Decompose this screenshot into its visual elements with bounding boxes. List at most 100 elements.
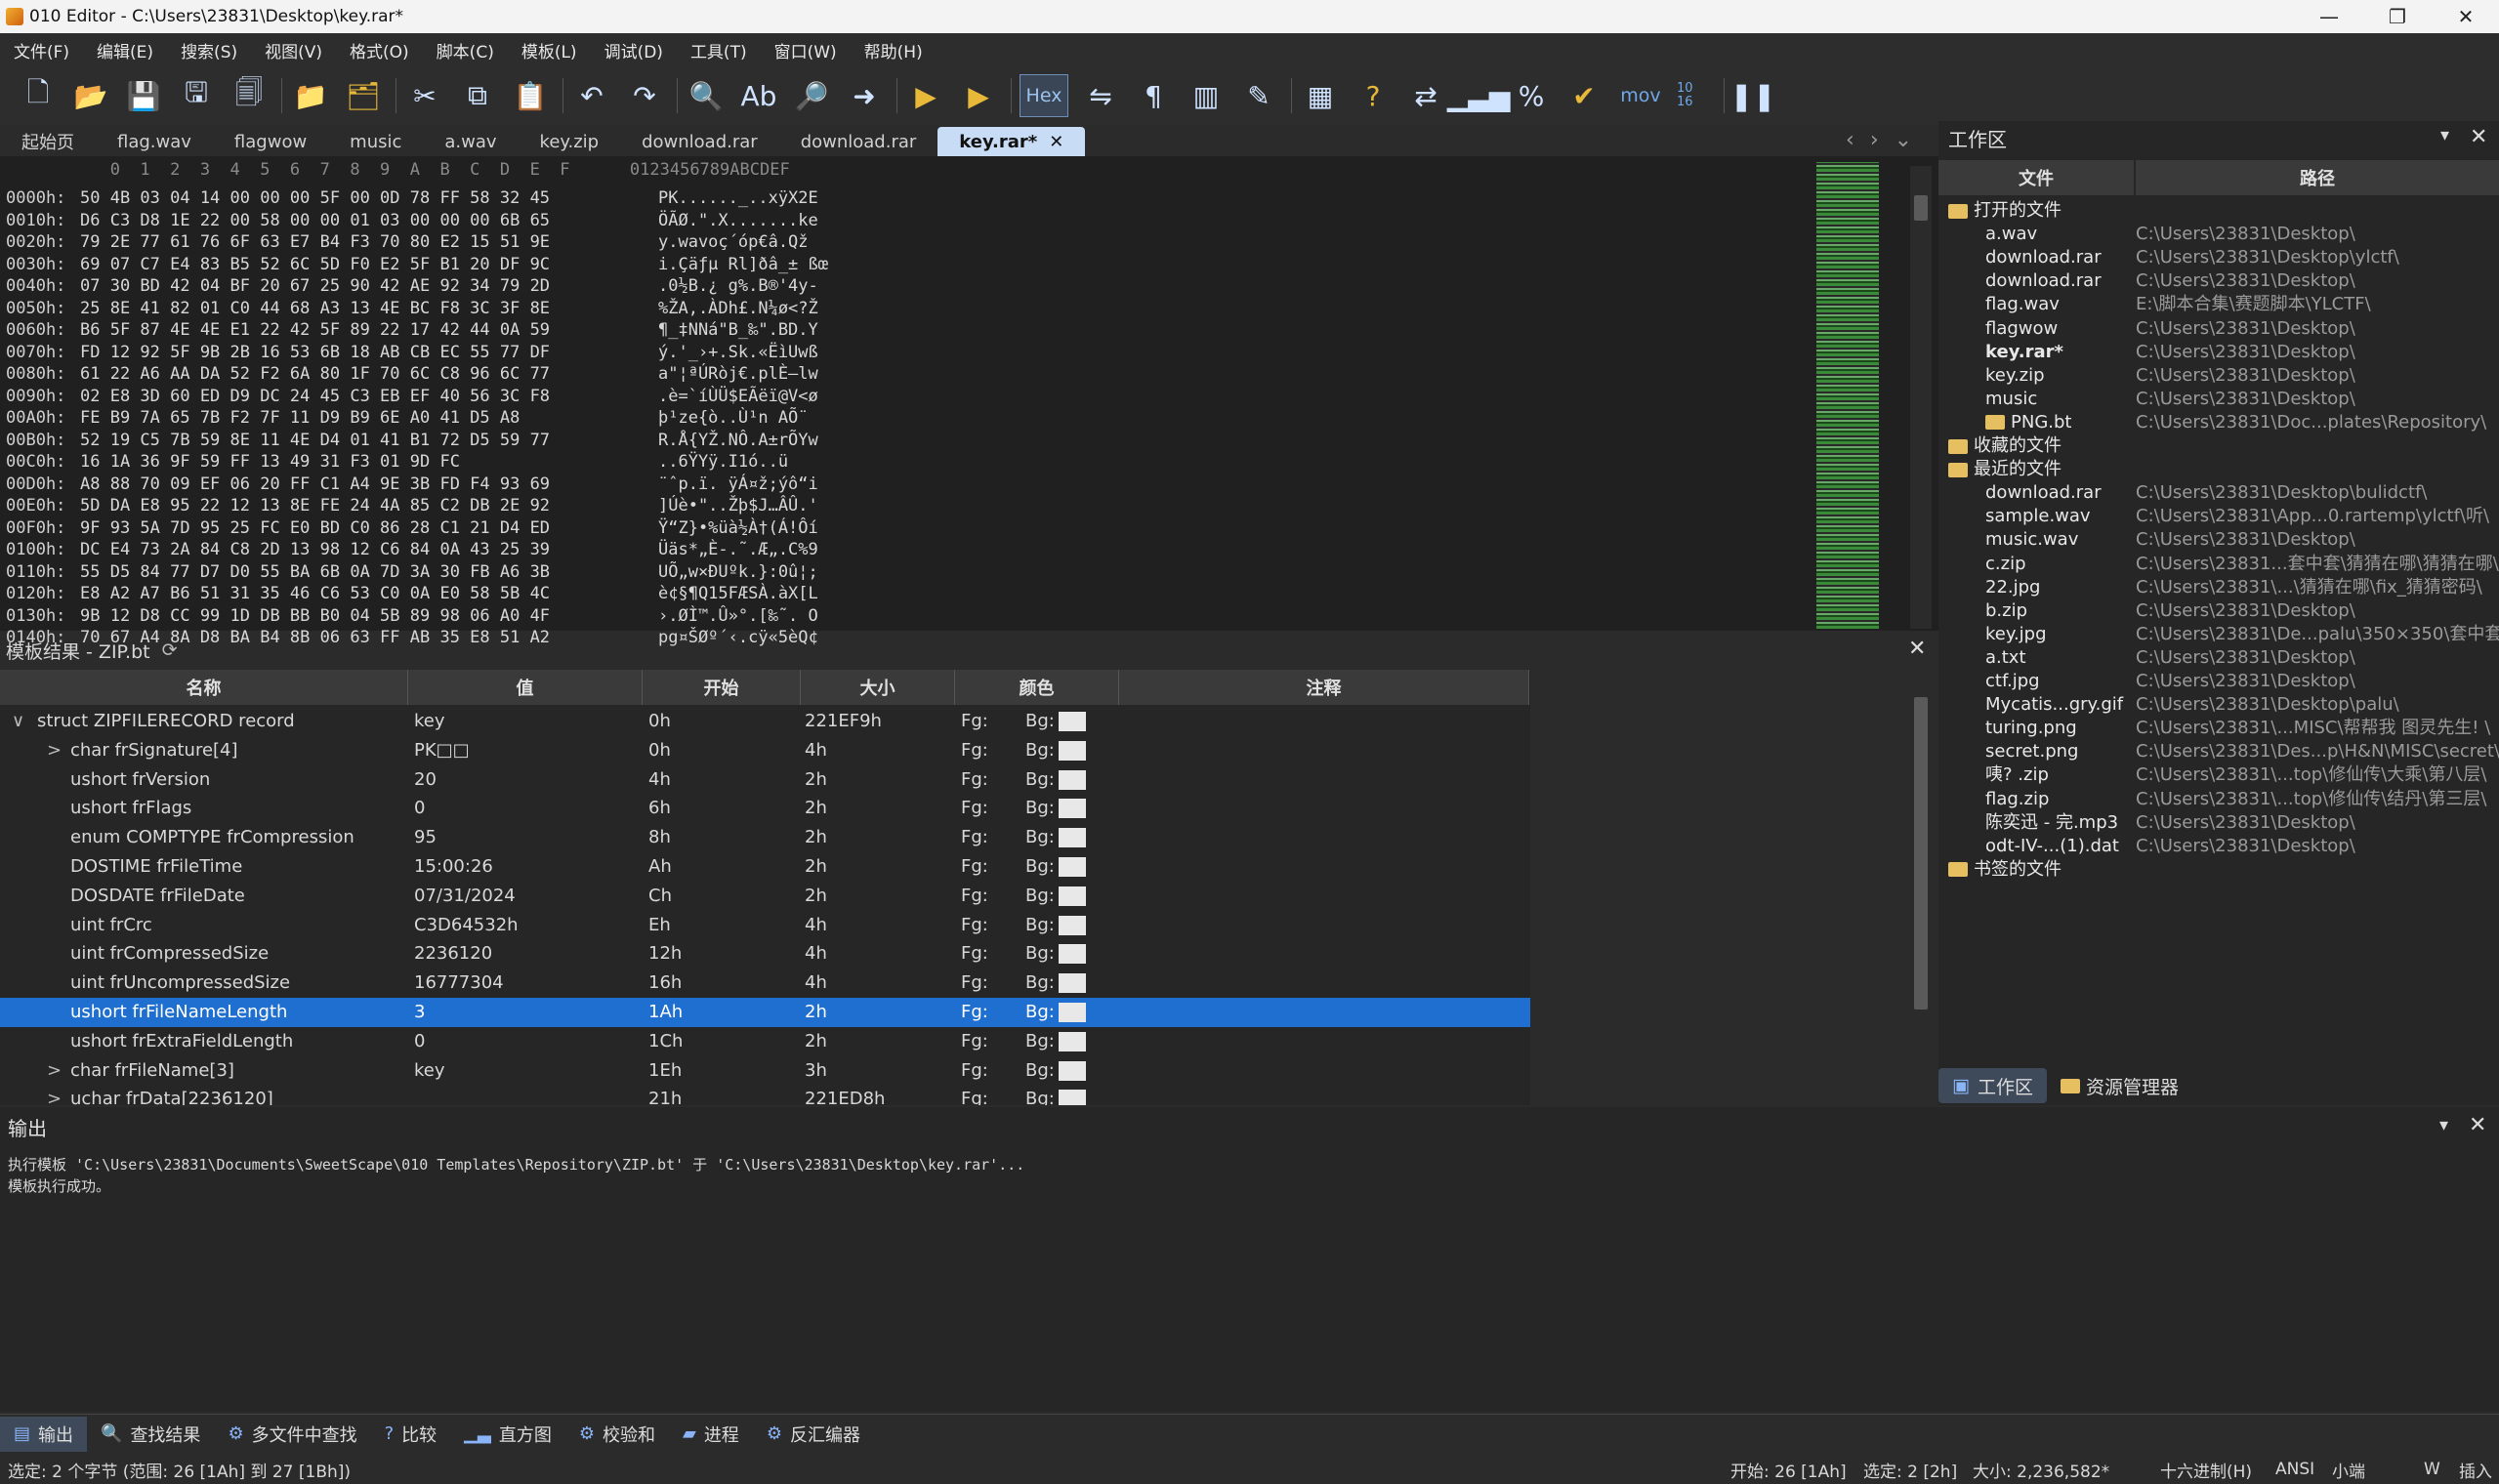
save-as-icon[interactable]: 🖫 (176, 75, 217, 116)
status-encoding[interactable]: ANSI (2275, 1460, 2314, 1479)
template-row[interactable]: uint frUncompressedSize 16777304 16h 4h Fg: B… (0, 969, 1530, 998)
workspace-row[interactable]: flag.zip C:\Users\23831\...top\修仙传\结丹\第三层… (1938, 788, 2499, 811)
hex-row[interactable]: 0110h: 55 D5 84 77 D7 D0 55 BA 6B 0A 7D 3… (0, 561, 1797, 583)
menu-item[interactable]: 搜索(S) (167, 38, 251, 62)
hex-row[interactable]: 0100h: DC E4 73 2A 84 C8 2D 13 98 12 C6 8… (0, 539, 1797, 560)
color-swatch[interactable] (1058, 973, 1086, 994)
workspace-row[interactable]: download.rar C:\Users\23831\Desktop\ylctf… (1938, 246, 2499, 269)
template-row[interactable]: uint frCrc C3D64532h Eh 4h Fg: Bg: (0, 911, 1530, 940)
workspace-row[interactable]: flag.wav E:\脚本合集\赛题脚本\YLCTF\ (1938, 293, 2499, 316)
template-row[interactable]: > char frFileName[3] key 1Eh 3h Fg: Bg: (0, 1056, 1530, 1086)
output-close-button[interactable]: ✕ (2469, 1113, 2486, 1137)
tab-next-icon[interactable]: › (1870, 128, 1879, 152)
workspace-row[interactable]: a.wav C:\Users\23831\Desktop\ (1938, 223, 2499, 246)
hex-bytes[interactable]: 9B 12 D8 CC 99 1D DB BB B0 04 5B 89 98 0… (80, 605, 550, 627)
hex-bytes[interactable]: D6 C3 D8 1E 22 00 58 00 00 01 03 00 00 0… (80, 210, 550, 231)
bottom-tab[interactable]: ⚙ 多文件中查找 (214, 1417, 370, 1452)
hex-bytes[interactable]: 5D DA E8 95 22 12 13 8E FE 24 4A 85 C2 D… (80, 495, 550, 516)
workspace-row[interactable]: 22.jpg C:\Users\23831\...\猜猜在哪\fix_猜猜密码\ (1938, 576, 2499, 599)
hex-bytes[interactable]: 52 19 C5 7B 59 8E 11 4E D4 01 41 B1 72 D… (80, 430, 550, 451)
color-swatch[interactable] (1058, 915, 1086, 935)
tab-file[interactable]: download.rar (779, 127, 938, 156)
menu-item[interactable]: 帮助(H) (851, 38, 937, 62)
hex-bytes[interactable]: 50 4B 03 04 14 00 00 00 5F 00 0D 78 FF 5… (80, 187, 550, 209)
hex-ascii[interactable]: .è=`íÙÜ$EÃëï@V<ø (658, 386, 818, 407)
workspace-row[interactable]: key.rar* C:\Users\23831\Desktop\ (1938, 341, 2499, 364)
expand-icon[interactable]: > (47, 1056, 62, 1086)
hex-bytes[interactable]: FD 12 92 5F 9B 2B 16 53 6B 18 AB CB EC 5… (80, 342, 550, 363)
menu-item[interactable]: 文件(F) (0, 38, 83, 62)
base-convert-icon[interactable]: 10 16 (1677, 75, 1712, 116)
workspace-row[interactable]: sample.wav C:\Users\23831\App...0.rartemp… (1938, 505, 2499, 528)
status-insert[interactable]: 插入 (2459, 1458, 2492, 1482)
hex-bytes[interactable]: 9F 93 5A 7D 95 25 FC E0 BD C0 86 28 C1 2… (80, 517, 550, 539)
hex-ascii[interactable]: R.Å{YŽ.NÔ.A±rÕYw (658, 430, 818, 451)
highlight-icon[interactable]: ✎ (1238, 75, 1279, 116)
color-swatch[interactable] (1058, 944, 1086, 965)
col-value-header[interactable]: 值 (408, 670, 643, 705)
workspace-row[interactable]: b.zip C:\Users\23831\Desktop\ (1938, 599, 2499, 623)
hex-scrollbar[interactable] (1910, 166, 1932, 629)
redo-icon[interactable]: ↷ (624, 75, 665, 116)
menu-item[interactable]: 模板(L) (508, 38, 591, 62)
template-row[interactable]: uint frCompressedSize 2236120 12h 4h Fg: Bg: (0, 939, 1530, 969)
color-swatch[interactable] (1058, 799, 1086, 819)
refresh-icon[interactable]: ⟳ (162, 639, 178, 661)
color-swatch[interactable] (1058, 828, 1086, 848)
save-all-icon[interactable]: 🗐 (229, 75, 270, 116)
hex-bytes[interactable]: B6 5F 87 4E 4E E1 22 42 5F 89 22 17 42 4… (80, 319, 550, 341)
template-scrollbar-thumb[interactable] (1914, 697, 1928, 1010)
hex-row[interactable]: 00B0h: 52 19 C5 7B 59 8E 11 4E D4 01 41 B… (0, 430, 1797, 451)
hex-toggle-button[interactable]: Hex (1020, 74, 1068, 117)
hex-row[interactable]: 0000h: 50 4B 03 04 14 00 00 00 5F 00 0D 7… (0, 187, 1797, 209)
color-swatch[interactable] (1058, 1031, 1086, 1051)
workspace-row[interactable]: Mycatis...gry.gif C:\Users\23831\Desktop\… (1938, 693, 2499, 717)
workspace-row[interactable]: flagwow C:\Users\23831\Desktop\ (1938, 317, 2499, 341)
template-row[interactable]: ∨ struct ZIPFILERECORD record key 0h 221EF9h… (0, 707, 1530, 736)
workspace-row[interactable]: ctf.jpg C:\Users\23831\Desktop\ (1938, 670, 2499, 693)
col-name-header[interactable]: 名称 (0, 670, 408, 705)
new-file-icon[interactable]: 🗋 (18, 75, 59, 116)
color-swatch[interactable] (1058, 769, 1086, 790)
pause-icon[interactable]: ❚❚ (1730, 75, 1776, 116)
hex-bytes[interactable]: 25 8E 41 82 01 C0 44 68 A3 13 4E BC F8 3… (80, 298, 550, 319)
hex-ascii[interactable]: %ŽA‚.ÀDh£.N¼ø<?Ž (658, 298, 818, 319)
template-row[interactable]: DOSDATE frFileDate 07/31/2024 Ch 2h Fg: Bg: (0, 882, 1530, 911)
hex-ascii[interactable]: Üäs*„È-.˜.Æ„.C%9 (658, 539, 818, 560)
hex-bytes[interactable]: 55 D5 84 77 D7 D0 55 BA 6B 0A 7D 3A 30 F… (80, 561, 550, 583)
template-row[interactable]: ushort frExtraFieldLength 0 1Ch 2h Fg: Bg: (0, 1027, 1530, 1056)
menu-item[interactable]: 编辑(E) (83, 38, 167, 62)
swap-icon[interactable]: ⇄ (1405, 75, 1446, 116)
pilcrow-icon[interactable]: ¶ (1133, 75, 1174, 116)
tab-file[interactable]: music (328, 127, 423, 156)
compare-icon[interactable]: ⇋ (1080, 75, 1121, 116)
hex-bytes[interactable]: FE B9 7A 65 7B F2 7F 11 D9 B9 6E A0 41 D… (80, 407, 520, 429)
template-row[interactable]: ushort frFlags 0 6h 2h Fg: Bg: (0, 794, 1530, 823)
tab-close-icon[interactable]: ✕ (1049, 132, 1063, 152)
ws-col-file-header[interactable]: 文件 (1938, 160, 2134, 195)
close-window-button[interactable]: ✕ (2432, 0, 2499, 33)
ws-col-path-header[interactable]: 路径 (2136, 160, 2499, 195)
hex-bytes[interactable]: 79 2E 77 61 76 6F 63 E7 B4 F3 70 80 E2 1… (80, 231, 550, 253)
bottom-tab[interactable]: ⚙ 校验和 (565, 1417, 669, 1452)
color-swatch[interactable] (1058, 1090, 1086, 1105)
workspace-row[interactable]: 咦? .zip C:\Users\23831\...top\修仙传\大乘\第八层\ (1938, 763, 2499, 787)
tab-file[interactable]: key.zip (519, 127, 621, 156)
hex-ascii[interactable]: ]Úè•"..Žþ$J…ÂÛ.' (658, 495, 818, 516)
workspace-row[interactable]: music C:\Users\23831\Desktop\ (1938, 388, 2499, 411)
hex-ascii[interactable]: è¢§¶Q15FÆSÀ.àX[L (658, 583, 818, 604)
hex-ascii[interactable]: þ¹ze{ò..Ù¹n AÕ¨ (658, 407, 809, 429)
maximize-button[interactable]: ❐ (2363, 0, 2432, 33)
find-icon[interactable]: 🔍 (686, 75, 727, 116)
hex-row[interactable]: 0040h: 07 30 BD 42 04 BF 20 67 25 90 42 A… (0, 275, 1797, 297)
hex-editor[interactable]: 0 1 2 3 4 5 6 7 8 9 A B C D E F 01234567… (0, 156, 1938, 647)
minimize-button[interactable]: — (2295, 0, 2363, 33)
goto-icon[interactable]: ➜ (844, 75, 885, 116)
workspace-row[interactable]: 最近的文件 (1938, 458, 2499, 481)
workspace-row[interactable]: music.wav C:\Users\23831\Desktop\ (1938, 528, 2499, 552)
template-row[interactable]: > char frSignature[4] PK□□ 0h 4h Fg: Bg: (0, 736, 1530, 765)
mov-icon[interactable]: mov (1616, 75, 1665, 116)
hex-bytes[interactable]: 07 30 BD 42 04 BF 20 67 25 90 42 AE 92 3… (80, 275, 550, 297)
workspace-pin-icon[interactable]: ▾ (2440, 125, 2449, 145)
col-size-header[interactable]: 大小 (801, 670, 955, 705)
